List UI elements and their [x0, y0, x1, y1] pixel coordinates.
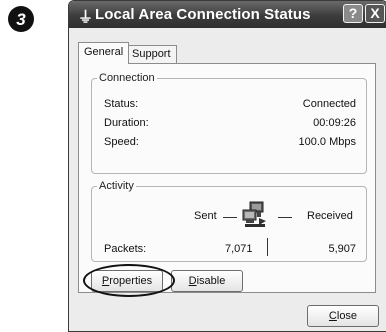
properties-label: roperties: [109, 275, 153, 287]
connection-group: Connection Status: Connected Duration: 0…: [91, 72, 367, 174]
status-label: Status:: [104, 98, 139, 110]
activity-legend: Activity: [99, 180, 134, 192]
speed-label: Speed:: [104, 136, 139, 148]
connection-legend: Connection: [99, 72, 155, 84]
network-computers-icon: [242, 201, 266, 227]
activity-group: Activity Sent Received Packets: 7,071 5,…: [91, 180, 367, 262]
step-number: 3: [16, 10, 26, 29]
window-title: Local Area Connection Status: [95, 6, 311, 23]
close-accel: C: [328, 310, 337, 322]
packets-divider: [267, 238, 268, 256]
title-bar[interactable]: ⏚ Local Area Connection Status ? X: [69, 1, 386, 28]
sent-line: [223, 217, 237, 218]
step-number-badge: 3: [8, 6, 34, 32]
tab-general[interactable]: General: [78, 42, 130, 64]
close-label: lose: [336, 310, 358, 322]
speed-value: 100.0 Mbps: [298, 136, 356, 148]
status-row: Status: Connected: [92, 98, 366, 112]
received-line: [278, 217, 292, 218]
network-connection-icon: ⏚: [78, 9, 94, 26]
help-button[interactable]: ?: [343, 4, 363, 23]
status-value: Connected: [302, 98, 356, 110]
duration-value: 00:09:26: [313, 117, 356, 129]
close-button[interactable]: Close: [307, 305, 379, 327]
tab-support[interactable]: Support: [126, 45, 177, 63]
speed-row: Speed: 100.0 Mbps: [92, 136, 366, 150]
disable-label: isable: [196, 275, 226, 287]
general-tab-panel: Connection Status: Connected Duration: 0…: [78, 63, 376, 297]
close-window-button[interactable]: X: [365, 4, 385, 23]
properties-button[interactable]: Properties: [91, 270, 163, 292]
duration-row: Duration: 00:09:26: [92, 117, 366, 131]
received-label: Received: [307, 210, 353, 222]
packets-sent-value: 7,071: [225, 243, 253, 255]
disable-button[interactable]: Disable: [171, 270, 243, 292]
packets-received-value: 5,907: [328, 243, 356, 255]
duration-label: Duration:: [104, 117, 149, 129]
packets-label: Packets:: [104, 243, 147, 255]
disable-accel: D: [188, 275, 197, 287]
connection-status-window: ⏚ Local Area Connection Status ? X Gener…: [68, 0, 386, 332]
sent-label: Sent: [194, 210, 217, 222]
